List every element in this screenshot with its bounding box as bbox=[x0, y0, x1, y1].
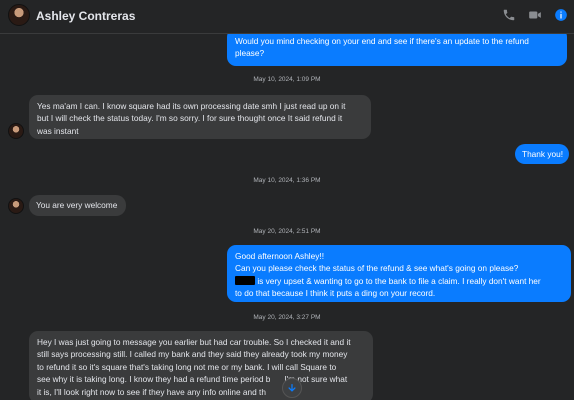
chat-header: Ashley Contreras bbox=[0, 0, 574, 34]
sender-avatar[interactable] bbox=[8, 198, 24, 214]
video-call-icon[interactable] bbox=[528, 8, 542, 22]
message-outgoing[interactable]: Good afternoon Ashley!! Can you please c… bbox=[227, 245, 571, 302]
message-line: it is, I'll look right now to see if the… bbox=[37, 386, 266, 397]
redaction-block bbox=[235, 275, 255, 285]
message-line: is very upset & wanting to go to the ban… bbox=[257, 275, 541, 286]
message-thread[interactable]: Would you mind checking on your end and … bbox=[0, 34, 574, 400]
message-timestamp: May 10, 2024, 1:36 PM bbox=[253, 177, 321, 184]
message-incoming[interactable]: Hey I was just going to message you earl… bbox=[29, 331, 373, 400]
message-line: to do that because I think it puts a din… bbox=[235, 288, 436, 299]
message-outgoing[interactable]: Thank you! bbox=[515, 144, 569, 164]
message-line: You are very welcome bbox=[36, 200, 118, 210]
message-line: was instant bbox=[37, 125, 79, 136]
scroll-to-bottom-button[interactable] bbox=[282, 378, 302, 398]
info-icon[interactable] bbox=[554, 8, 568, 22]
message-outgoing[interactable]: Would you mind checking on your end and … bbox=[227, 34, 567, 66]
message-line: please? bbox=[235, 48, 265, 59]
message-timestamp: May 20, 2024, 3:27 PM bbox=[253, 314, 321, 321]
message-line: Would you mind checking on your end and … bbox=[235, 36, 529, 46]
message-line: Yes ma'am I can. I know square had its o… bbox=[37, 101, 346, 111]
message-line: Hey I was just going to message you earl… bbox=[37, 337, 351, 347]
sender-avatar[interactable] bbox=[8, 123, 24, 139]
phone-icon[interactable] bbox=[502, 8, 516, 22]
message-line: Good afternoon Ashley!! bbox=[235, 251, 325, 261]
header-actions bbox=[502, 8, 568, 22]
message-line-with-redaction: is very upset & wanting to go to the ban… bbox=[235, 275, 563, 287]
message-line-partial: see why it is taking long. I know they h… bbox=[37, 373, 365, 385]
contact-name[interactable]: Ashley Contreras bbox=[36, 9, 135, 23]
message-line: but I will check the status today. I'm s… bbox=[37, 113, 343, 124]
message-line: to refund it so it's square that's takin… bbox=[37, 361, 337, 372]
message-timestamp: May 10, 2024, 1:09 PM bbox=[253, 76, 321, 83]
arrow-down-icon bbox=[288, 384, 296, 392]
message-incoming[interactable]: Yes ma'am I can. I know square had its o… bbox=[29, 95, 371, 139]
message-line: see why it is taking long. I know they h… bbox=[37, 374, 271, 385]
message-line: Thank you! bbox=[522, 149, 564, 159]
message-line: Can you please check the status of the r… bbox=[235, 263, 519, 274]
contact-avatar[interactable] bbox=[8, 4, 30, 26]
message-incoming[interactable]: You are very welcome bbox=[29, 195, 126, 216]
message-line: still says processing still. I called my… bbox=[37, 349, 348, 360]
message-timestamp: May 20, 2024, 2:51 PM bbox=[253, 228, 321, 235]
